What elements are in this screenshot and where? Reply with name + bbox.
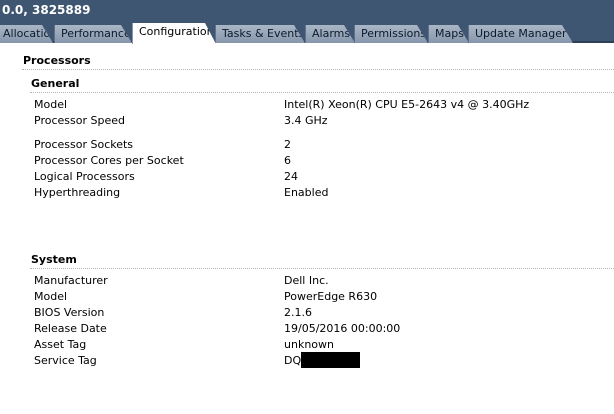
row-label: Model <box>34 98 68 111</box>
redaction-block <box>301 352 361 368</box>
row-label: Processor Sockets <box>34 138 134 151</box>
row-value: 2 <box>284 138 291 151</box>
info-row-bios-version: BIOS Version 2.1.6 <box>34 305 614 320</box>
row-label: Service Tag <box>34 354 97 367</box>
tab-strip: Allocation Performance Configuration Tas… <box>0 22 614 43</box>
info-row-service-tag: Service Tag DQ <box>34 352 614 368</box>
info-row-manufacturer: Manufacturer Dell Inc. <box>34 273 614 288</box>
row-value: Dell Inc. <box>284 274 329 287</box>
section-title-processors: Processors <box>23 54 91 67</box>
configuration-panel: Processors General Model Intel(R) Xeon(R… <box>0 43 614 414</box>
row-label: Asset Tag <box>34 338 87 351</box>
tab-performance[interactable]: Performance <box>54 25 132 43</box>
row-value: unknown <box>284 338 334 351</box>
row-label: Hyperthreading <box>34 186 121 199</box>
row-value: PowerEdge R630 <box>284 290 378 303</box>
info-row-processor-sockets: Processor Sockets 2 <box>34 137 614 152</box>
group-title-general: General <box>31 77 80 90</box>
info-row-processor-speed: Processor Speed 3.4 GHz <box>34 113 614 128</box>
row-value: 2.1.6 <box>284 306 312 319</box>
row-value-wrap: DQ <box>284 352 361 368</box>
tab-tasks-events[interactable]: Tasks & Events <box>215 25 305 43</box>
row-label: Model <box>34 290 68 303</box>
row-label: BIOS Version <box>34 306 105 319</box>
info-row-logical-processors: Logical Processors 24 <box>34 169 614 184</box>
row-value: 6 <box>284 154 291 167</box>
row-value: 19/05/2016 00:00:00 <box>284 322 401 335</box>
window-title: 0.0, 3825889 <box>0 0 614 22</box>
tab-alarms[interactable]: Alarms <box>305 25 355 43</box>
row-label: Logical Processors <box>34 170 135 183</box>
group-title-system: System <box>31 253 77 266</box>
divider <box>30 268 614 269</box>
tab-allocation[interactable]: Allocation <box>0 25 53 43</box>
divider <box>22 69 614 70</box>
row-value: Enabled <box>284 186 329 199</box>
info-row-system-model: Model PowerEdge R630 <box>34 289 614 304</box>
info-row-cores-per-socket: Processor Cores per Socket 6 <box>34 153 614 168</box>
row-value: Intel(R) Xeon(R) CPU E5-2643 v4 @ 3.40GH… <box>284 98 530 111</box>
info-row-asset-tag: Asset Tag unknown <box>34 337 614 352</box>
divider <box>30 92 614 93</box>
info-row-model: Model Intel(R) Xeon(R) CPU E5-2643 v4 @ … <box>34 97 614 112</box>
row-value: DQ <box>284 354 302 367</box>
row-label: Processor Cores per Socket <box>34 154 184 167</box>
info-row-hyperthreading: Hyperthreading Enabled <box>34 185 614 200</box>
tab-configuration[interactable]: Configuration <box>132 23 216 44</box>
tab-update-manager[interactable]: Update Manager <box>468 25 573 43</box>
row-label: Release Date <box>34 322 107 335</box>
info-row-release-date: Release Date 19/05/2016 00:00:00 <box>34 321 614 336</box>
tab-maps[interactable]: Maps <box>428 25 469 43</box>
row-label: Processor Speed <box>34 114 125 127</box>
row-label: Manufacturer <box>34 274 108 287</box>
tab-permissions[interactable]: Permissions <box>354 25 428 43</box>
row-value: 3.4 GHz <box>284 114 328 127</box>
row-value: 24 <box>284 170 298 183</box>
